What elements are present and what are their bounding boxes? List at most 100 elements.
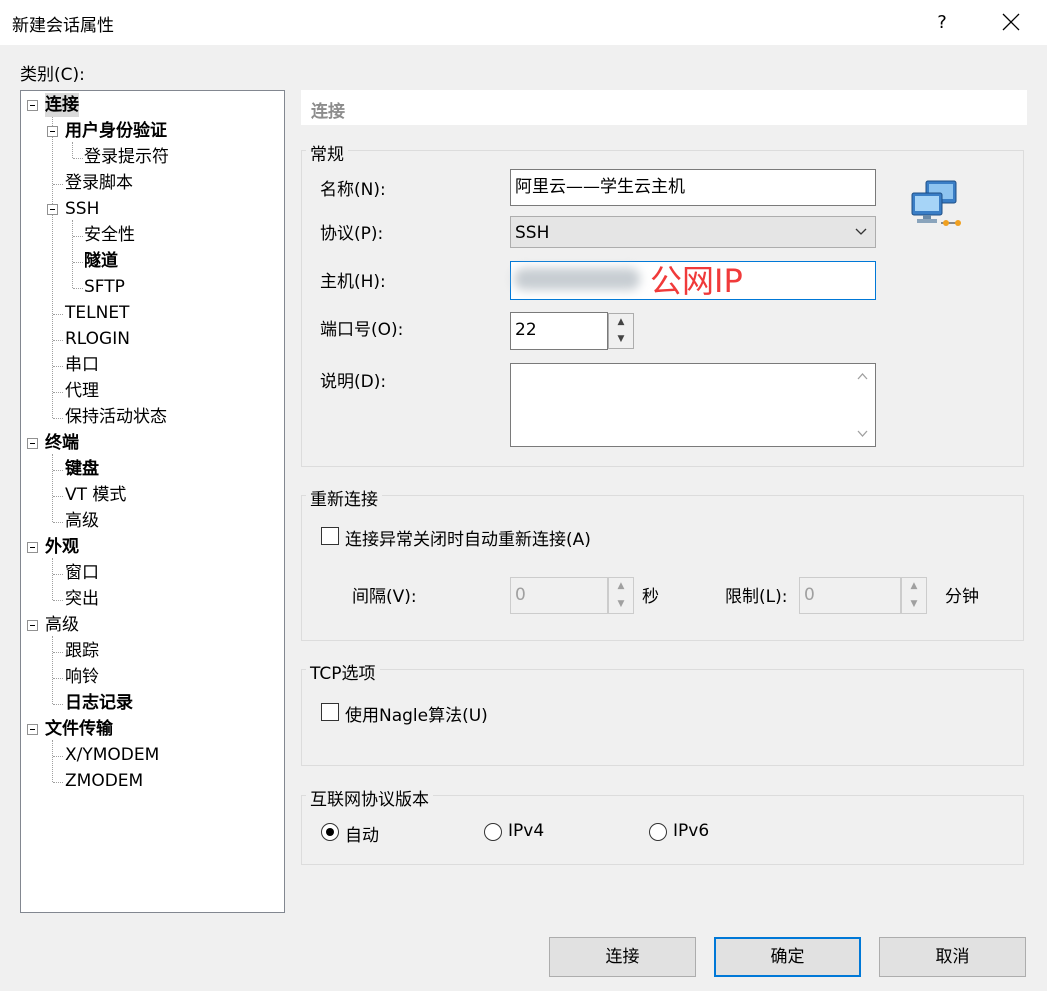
tree-item-security[interactable]: 安全性 xyxy=(84,223,135,247)
ipv4-radio[interactable] xyxy=(484,823,502,841)
ip-auto-label[interactable]: 自动 xyxy=(345,821,379,846)
title-bar: 新建会话属性 ? xyxy=(0,0,1047,45)
tree-item-serial[interactable]: 串口 xyxy=(65,353,99,377)
cancel-button[interactable]: 取消 xyxy=(879,937,1026,977)
description-scrollbar[interactable] xyxy=(850,364,875,446)
tree-item-rlogin[interactable]: RLOGIN xyxy=(65,327,130,351)
tree-connector xyxy=(52,740,53,782)
ip-version-group: 互联网协议版本 自动 IPv4 IPv6 xyxy=(301,785,1024,865)
auto-reconnect-label[interactable]: 连接异常关闭时自动重新连接(A) xyxy=(345,525,591,550)
tree-item-file-transfer[interactable]: 文件传输 xyxy=(45,717,113,741)
interval-spinner[interactable]: ▲ ▼ xyxy=(608,577,634,614)
tree-connector xyxy=(53,470,63,471)
protocol-value: SSH xyxy=(515,223,550,243)
close-button[interactable] xyxy=(988,0,1034,45)
tree-item-proxy[interactable]: 代理 xyxy=(65,379,99,403)
limit-field[interactable]: 0 xyxy=(799,577,901,614)
tree-item-terminal[interactable]: 终端 xyxy=(45,431,79,455)
ip-version-group-title: 互联网协议版本 xyxy=(306,785,433,810)
tree-item-sftp[interactable]: SFTP xyxy=(84,275,125,299)
category-tree[interactable]: 连接 用户身份验证 登录提示符 登录脚本 SSH 安全性 隧道 SFTP TEL… xyxy=(20,90,285,913)
tree-item-terminal-advanced[interactable]: 高级 xyxy=(65,509,99,533)
tree-connector xyxy=(52,636,53,704)
description-field[interactable] xyxy=(510,363,876,447)
tree-item-trace[interactable]: 跟踪 xyxy=(65,639,99,663)
tree-connector xyxy=(72,142,73,158)
tree-item-tunnel[interactable]: 隧道 xyxy=(84,249,118,273)
tree-item-ssh[interactable]: SSH xyxy=(65,197,99,221)
nagle-checkbox[interactable] xyxy=(321,703,339,721)
collapse-icon[interactable] xyxy=(27,100,38,111)
auto-reconnect-checkbox[interactable] xyxy=(321,527,339,545)
tree-item-login-script[interactable]: 登录脚本 xyxy=(65,171,133,195)
spin-down-icon[interactable]: ▼ xyxy=(609,331,633,348)
tree-item-xymodem[interactable]: X/YMODEM xyxy=(65,743,159,767)
tree-item-advanced[interactable]: 高级 xyxy=(45,613,79,637)
tree-connector xyxy=(73,262,83,263)
collapse-icon[interactable] xyxy=(27,724,38,735)
tree-connector xyxy=(73,236,83,237)
spin-down-icon[interactable]: ▼ xyxy=(609,596,633,614)
tree-item-highlight[interactable]: 突出 xyxy=(65,587,99,611)
collapse-icon[interactable] xyxy=(27,438,38,449)
reconnect-group: 重新连接 连接异常关闭时自动重新连接(A) 间隔(V): 0 ▲ ▼ 秒 限制(… xyxy=(301,485,1024,641)
tree-connector xyxy=(52,558,53,600)
tree-item-bell[interactable]: 响铃 xyxy=(65,665,99,689)
tree-item-zmodem[interactable]: ZMODEM xyxy=(65,769,143,793)
ipv6-radio[interactable] xyxy=(649,823,667,841)
interval-field[interactable]: 0 xyxy=(510,577,608,614)
port-spinner[interactable]: ▲ ▼ xyxy=(608,313,634,349)
tree-connector xyxy=(53,418,63,419)
name-field[interactable]: 阿里云——学生云主机 xyxy=(510,169,876,206)
network-computers-icon xyxy=(910,179,964,229)
tree-item-vt-mode[interactable]: VT 模式 xyxy=(65,483,126,507)
panel-header: 连接 xyxy=(301,90,1027,125)
tree-connector xyxy=(53,600,63,601)
ipv6-label[interactable]: IPv6 xyxy=(673,821,709,841)
port-field[interactable]: 22 xyxy=(510,312,608,350)
general-group: 常规 名称(N): 阿里云——学生云主机 协议(P): SSH 主机(H): 公… xyxy=(301,140,1024,467)
tree-item-telnet[interactable]: TELNET xyxy=(65,301,129,325)
collapse-icon[interactable] xyxy=(47,204,58,215)
tree-item-login-prompt[interactable]: 登录提示符 xyxy=(84,145,169,169)
tree-connector xyxy=(73,158,83,159)
tree-item-appearance[interactable]: 外观 xyxy=(45,535,79,559)
general-group-title: 常规 xyxy=(306,140,348,165)
category-label: 类别(C): xyxy=(20,65,85,85)
connect-button[interactable]: 连接 xyxy=(549,937,696,977)
tree-item-keepalive[interactable]: 保持活动状态 xyxy=(65,405,167,429)
tree-item-keyboard[interactable]: 键盘 xyxy=(65,457,99,481)
tree-connector xyxy=(53,704,63,705)
tree-connector xyxy=(72,220,73,288)
tree-connector xyxy=(53,522,63,523)
nagle-label[interactable]: 使用Nagle算法(U) xyxy=(345,701,488,726)
close-icon xyxy=(1002,13,1020,31)
interval-label: 间隔(V): xyxy=(352,587,417,607)
name-label: 名称(N): xyxy=(320,180,386,200)
scroll-down-icon[interactable] xyxy=(857,430,868,437)
scroll-up-icon[interactable] xyxy=(857,373,868,380)
collapse-icon[interactable] xyxy=(27,542,38,553)
tree-connector xyxy=(53,340,63,341)
collapse-icon[interactable] xyxy=(27,620,38,631)
tree-item-logging[interactable]: 日志记录 xyxy=(65,691,133,715)
tree-connector xyxy=(52,116,53,418)
tree-connector xyxy=(53,574,63,575)
tree-item-window[interactable]: 窗口 xyxy=(65,561,99,585)
spin-up-icon[interactable]: ▲ xyxy=(609,578,633,596)
host-annotation: 公网IP xyxy=(650,262,743,300)
ipv4-label[interactable]: IPv4 xyxy=(508,821,544,841)
tree-item-user-auth[interactable]: 用户身份验证 xyxy=(65,119,167,143)
help-button[interactable]: ? xyxy=(922,0,962,45)
spin-up-icon[interactable]: ▲ xyxy=(609,314,633,331)
tree-connector xyxy=(53,652,63,653)
protocol-select[interactable]: SSH xyxy=(510,216,876,248)
ok-button[interactable]: 确定 xyxy=(714,937,861,977)
ip-auto-radio[interactable] xyxy=(321,823,339,841)
tree-connector xyxy=(53,392,63,393)
collapse-icon[interactable] xyxy=(47,126,58,137)
spin-down-icon[interactable]: ▼ xyxy=(902,596,926,614)
tree-item-connection[interactable]: 连接 xyxy=(45,93,79,117)
limit-spinner[interactable]: ▲ ▼ xyxy=(901,577,927,614)
spin-up-icon[interactable]: ▲ xyxy=(902,578,926,596)
